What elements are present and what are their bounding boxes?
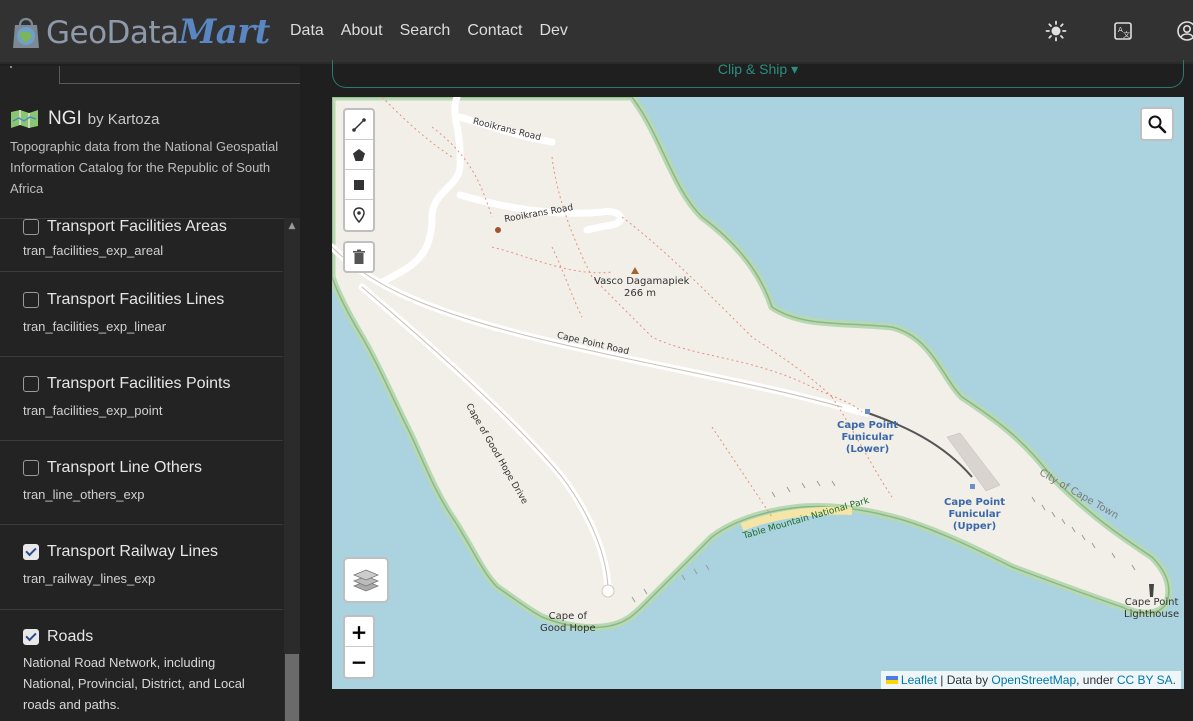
ukraine-flag-icon bbox=[885, 676, 898, 684]
map-icon bbox=[11, 110, 38, 128]
search-field-remnant bbox=[0, 66, 300, 86]
layer-checkbox[interactable] bbox=[23, 219, 39, 235]
map-view[interactable]: Rooikrans Road Rooikrans Road Vasco Daga… bbox=[332, 97, 1184, 689]
map-label-lighthouse: Cape Point Lighthouse bbox=[1124, 597, 1180, 620]
layers-switcher-button[interactable] bbox=[343, 557, 389, 603]
layer-name: Transport Facilities Points bbox=[47, 375, 231, 392]
layer-checkbox[interactable] bbox=[23, 376, 39, 392]
sun-icon[interactable] bbox=[1045, 20, 1067, 42]
layer-id: tran_facilities_exp_areal bbox=[23, 243, 164, 258]
layer-item[interactable]: Transport Railway Lines tran_railway_lin… bbox=[0, 525, 283, 610]
magnifier-icon bbox=[1148, 115, 1167, 134]
zoom-out-button[interactable]: − bbox=[345, 647, 373, 677]
layer-checkbox[interactable] bbox=[23, 292, 39, 308]
leaflet-link[interactable]: Leaflet bbox=[901, 673, 937, 687]
layer-list: Transport Facilities Areas tran_faciliti… bbox=[0, 218, 283, 721]
layer-description: National Road Network, including Nationa… bbox=[23, 655, 245, 712]
layer-id: tran_line_others_exp bbox=[23, 487, 145, 502]
chevron-down-icon: ▾ bbox=[791, 61, 799, 77]
map-attribution: Leaflet | Data by OpenStreetMap, under C… bbox=[880, 671, 1181, 689]
map-label-funicular-upper: Cape Point Funicular (Upper) bbox=[944, 497, 1006, 532]
scroll-thumb[interactable] bbox=[285, 654, 299, 721]
layer-id: tran_facilities_exp_point bbox=[23, 403, 163, 418]
map-label-cape: Cape of Good Hope bbox=[540, 611, 596, 634]
delete-shapes-button[interactable] bbox=[343, 241, 375, 273]
layer-item[interactable]: Transport Facilities Lines tran_faciliti… bbox=[0, 273, 283, 357]
source-header: NGI by Kartoza Topographic data from the… bbox=[10, 108, 290, 199]
logo-text: GeoDataMart bbox=[46, 12, 270, 52]
translate-icon[interactable]: A 文 bbox=[1112, 20, 1134, 42]
layer-item[interactable]: Transport Facilities Points tran_facilit… bbox=[0, 357, 283, 441]
nav-about[interactable]: About bbox=[341, 22, 383, 40]
scroll-up-arrow-icon[interactable]: ▲ bbox=[287, 221, 297, 231]
user-icon[interactable] bbox=[1176, 20, 1193, 42]
draw-polygon-icon[interactable] bbox=[345, 140, 373, 170]
app-logo[interactable]: GeoDataMart bbox=[8, 10, 270, 54]
layer-item[interactable]: Transport Line Others tran_line_others_e… bbox=[0, 441, 283, 525]
map-label-funicular-lower: Cape Point Funicular (Lower) bbox=[837, 420, 899, 455]
map-search-button[interactable] bbox=[1140, 107, 1174, 141]
source-name: NGI bbox=[48, 108, 82, 129]
clip-and-ship-button[interactable]: Clip & Ship ▾ bbox=[332, 60, 1184, 88]
layer-id: tran_railway_lines_exp bbox=[23, 571, 156, 586]
trash-icon bbox=[353, 249, 365, 264]
layer-name: Transport Railway Lines bbox=[47, 543, 219, 560]
main-nav: Data About Search Contact Dev bbox=[290, 22, 585, 40]
layer-checkbox[interactable] bbox=[23, 460, 39, 476]
map-label-peak-elevation: 266 m bbox=[624, 288, 657, 299]
source-author: by Kartoza bbox=[87, 110, 160, 128]
layer-checkbox-checked[interactable] bbox=[23, 629, 39, 645]
layer-checkbox-checked[interactable] bbox=[23, 544, 39, 560]
draw-toolbar bbox=[343, 108, 375, 232]
source-description: Topographic data from the National Geosp… bbox=[10, 139, 279, 196]
layer-name: Transport Line Others bbox=[47, 459, 203, 476]
zoom-in-button[interactable]: + bbox=[345, 617, 373, 647]
layer-id: tran_facilities_exp_linear bbox=[23, 319, 167, 334]
map-label-peak: Vasco Dagamapiek bbox=[594, 276, 690, 287]
license-link[interactable]: CC BY SA bbox=[1117, 673, 1173, 687]
layer-name: Transport Facilities Areas bbox=[47, 218, 227, 235]
layer-name: Transport Facilities Lines bbox=[47, 291, 225, 308]
nav-search[interactable]: Search bbox=[400, 22, 451, 40]
draw-marker-icon[interactable] bbox=[345, 200, 373, 230]
data-source-panel: NGI by Kartoza Topographic data from the… bbox=[0, 66, 300, 721]
nav-data[interactable]: Data bbox=[290, 22, 324, 40]
zoom-control: + − bbox=[343, 615, 375, 679]
draw-rectangle-icon[interactable] bbox=[345, 170, 373, 200]
layers-icon bbox=[352, 569, 380, 592]
shopping-bag-globe-icon bbox=[13, 17, 39, 48]
layer-item[interactable]: Transport Facilities Areas tran_faciliti… bbox=[0, 218, 283, 272]
svg-text:文: 文 bbox=[1123, 30, 1130, 39]
layer-item[interactable]: Roads National Road Network, including N… bbox=[0, 610, 283, 721]
map-tiles bbox=[332, 97, 1173, 631]
osm-link[interactable]: OpenStreetMap bbox=[991, 673, 1076, 687]
nav-contact[interactable]: Contact bbox=[467, 22, 522, 40]
layer-list-scrollbar[interactable]: ▲ bbox=[284, 218, 300, 721]
top-navbar: GeoDataMart Data About Search Contact De… bbox=[0, 0, 1193, 64]
layer-name: Roads bbox=[47, 628, 94, 645]
draw-line-icon[interactable] bbox=[345, 110, 373, 140]
nav-dev[interactable]: Dev bbox=[539, 22, 567, 40]
